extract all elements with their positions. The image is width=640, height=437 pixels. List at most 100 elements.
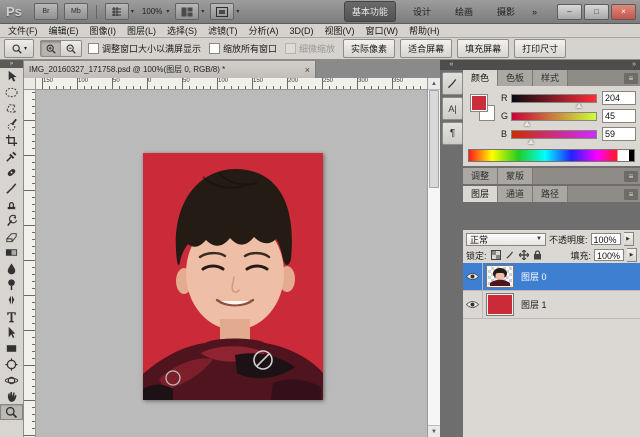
dock-expand-icon[interactable]: »: [463, 60, 640, 70]
menu-item-分析[interactable]: 分析(A): [249, 24, 279, 37]
slider-thumb[interactable]: [528, 138, 535, 144]
adjust-tab-蒙版[interactable]: 蒙版: [498, 168, 534, 184]
document-tab[interactable]: IMG_20160327_171758.psd @ 100%(图层 0, RGB…: [24, 61, 316, 78]
option-button-适合屏幕[interactable]: 适合屏幕: [400, 39, 453, 58]
screen-mode-icon[interactable]: [210, 3, 235, 20]
view-extras-icon[interactable]: [104, 3, 129, 20]
channel-slider-B[interactable]: [511, 129, 597, 144]
opacity-input[interactable]: 100%: [590, 233, 621, 245]
visibility-toggle[interactable]: [463, 291, 483, 318]
layers-tab-路径[interactable]: 路径: [533, 186, 569, 202]
layer-thumbnail[interactable]: [487, 266, 513, 287]
type-tool[interactable]: [0, 308, 23, 324]
color-spectrum-ramp[interactable]: [468, 149, 635, 162]
option-checkbox[interactable]: 细微缩放: [285, 42, 335, 55]
workspace-more-icon[interactable]: »: [532, 7, 537, 17]
dock-collapse-icon[interactable]: «: [440, 60, 463, 70]
zoom-level-value[interactable]: 100%: [140, 7, 164, 16]
color-tab-颜色[interactable]: 颜色: [463, 70, 499, 86]
channel-value-G[interactable]: 45: [602, 109, 636, 123]
gradient-tool[interactable]: [0, 244, 23, 260]
lock-transparency-icon[interactable]: [490, 249, 502, 261]
spectrum-black-swatch[interactable]: [629, 150, 634, 161]
3d-orbit-tool[interactable]: [0, 372, 23, 388]
blur-tool[interactable]: [0, 260, 23, 276]
arrange-documents-icon[interactable]: [175, 3, 200, 20]
fill-input[interactable]: 100%: [594, 249, 624, 261]
eraser-tool[interactable]: [0, 228, 23, 244]
close-button[interactable]: ×: [611, 3, 636, 20]
character-panel-icon[interactable]: A|: [442, 97, 463, 120]
option-button-打印尺寸[interactable]: 打印尺寸: [514, 39, 567, 58]
vertical-scrollbar[interactable]: ▲ ▼: [427, 78, 440, 437]
option-checkbox[interactable]: 缩放所有窗口: [209, 42, 277, 55]
menu-item-滤镜[interactable]: 滤镜(T): [208, 24, 238, 37]
launch-bridge-button[interactable]: Br: [33, 3, 58, 20]
view-extras-dropdown[interactable]: ▾: [104, 3, 134, 20]
hand-tool[interactable]: [0, 388, 23, 404]
lock-pixels-icon[interactable]: [504, 249, 516, 261]
menu-item-文件[interactable]: 文件(F): [8, 24, 38, 37]
option-button-填充屏幕[interactable]: 填充屏幕: [457, 39, 510, 58]
channel-value-R[interactable]: 204: [602, 91, 636, 105]
channel-value-B[interactable]: 59: [602, 127, 636, 141]
brush-panel-icon[interactable]: [442, 72, 463, 95]
menu-item-帮助[interactable]: 帮助(H): [409, 24, 440, 37]
close-document-icon[interactable]: ×: [305, 65, 310, 75]
layer-thumbnail[interactable]: [487, 294, 513, 315]
panel-menu-icon[interactable]: ≡: [624, 73, 638, 84]
menu-item-选择[interactable]: 选择(S): [167, 24, 197, 37]
zoom-tool[interactable]: [0, 404, 23, 420]
menu-item-窗口[interactable]: 窗口(W): [366, 24, 399, 37]
checkbox-icon[interactable]: [209, 43, 221, 54]
minimize-button[interactable]: –: [557, 3, 582, 20]
scroll-up-icon[interactable]: ▲: [428, 78, 440, 90]
lasso-tool[interactable]: [0, 100, 23, 116]
menu-item-编辑[interactable]: 编辑(E): [49, 24, 79, 37]
healing-brush-tool[interactable]: [0, 164, 23, 180]
quick-selection-tool[interactable]: [0, 116, 23, 132]
zoom-out-button[interactable]: [61, 41, 81, 56]
lock-position-icon[interactable]: [518, 249, 530, 261]
menu-item-视图[interactable]: 视图(V): [325, 24, 355, 37]
lock-all-icon[interactable]: [532, 249, 544, 261]
clone-stamp-tool[interactable]: [0, 196, 23, 212]
menu-item-图像[interactable]: 图像(I): [90, 24, 117, 37]
menu-item-图层[interactable]: 图层(L): [127, 24, 156, 37]
option-checkbox[interactable]: 调整窗口大小以满屏显示: [88, 42, 201, 55]
crop-tool[interactable]: [0, 132, 23, 148]
color-tab-色板[interactable]: 色板: [498, 70, 534, 86]
layers-tab-通道[interactable]: 通道: [498, 186, 534, 202]
brush-tool[interactable]: [0, 180, 23, 196]
panel-menu-icon[interactable]: ≡: [624, 189, 638, 200]
blend-mode-select[interactable]: 正常 ▼: [466, 232, 546, 246]
path-selection-tool[interactable]: [0, 324, 23, 340]
visibility-toggle[interactable]: [463, 263, 483, 290]
option-button-实际像素[interactable]: 实际像素: [343, 39, 396, 58]
checkbox-icon[interactable]: [88, 43, 99, 54]
3d-rotate-tool[interactable]: [0, 356, 23, 372]
history-brush-tool[interactable]: [0, 212, 23, 228]
workspace-tab-绘画[interactable]: 绘画: [448, 2, 480, 21]
rectangle-tool[interactable]: [0, 340, 23, 356]
foreground-color-swatch[interactable]: [470, 94, 488, 112]
launch-mini-bridge-button[interactable]: Mb: [63, 3, 88, 20]
layer-row-图层 1[interactable]: 图层 1: [463, 291, 640, 319]
canvas-area[interactable]: [36, 90, 427, 437]
marquee-tool[interactable]: [0, 84, 23, 100]
photo-id-portrait[interactable]: [143, 153, 323, 400]
menu-item-3D[interactable]: 3D(D): [290, 26, 314, 36]
workspace-tab-摄影[interactable]: 摄影: [490, 2, 522, 21]
paragraph-panel-icon[interactable]: ¶: [442, 122, 463, 145]
pen-tool[interactable]: [0, 292, 23, 308]
fill-slider-icon[interactable]: ▶: [627, 248, 637, 262]
move-tool[interactable]: [0, 68, 23, 84]
channel-slider-G[interactable]: [511, 111, 597, 126]
workspace-tab-设计[interactable]: 设计: [406, 2, 438, 21]
arrange-documents-dropdown[interactable]: ▾: [175, 3, 204, 20]
screen-mode-dropdown[interactable]: ▾: [210, 3, 239, 20]
channel-slider-R[interactable]: [511, 93, 597, 108]
restore-button[interactable]: □: [584, 3, 609, 20]
layer-row-图层 0[interactable]: 图层 0: [463, 263, 640, 291]
eyedropper-tool[interactable]: [0, 148, 23, 164]
